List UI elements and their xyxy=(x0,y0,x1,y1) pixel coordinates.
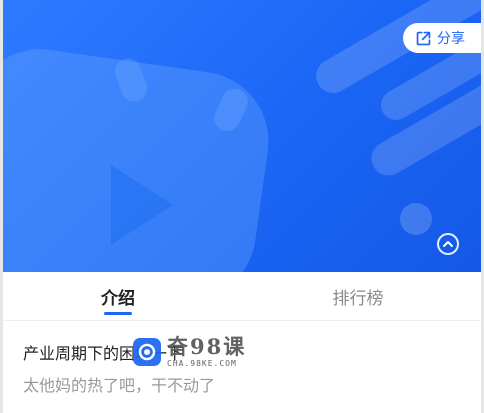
watermark-url: CHA.98KE.COM xyxy=(167,359,237,368)
cover-banner: 分享 xyxy=(3,0,481,272)
app-frame: 分享 介绍 排行榜 产业周期下的困境一下 太他妈的热了吧，干不动了 奋98课 C… xyxy=(0,0,484,413)
play-triangle-icon xyxy=(111,165,173,245)
chevron-up-circle-icon[interactable] xyxy=(437,233,459,255)
watermark-logo-icon xyxy=(133,338,161,366)
share-icon xyxy=(416,31,431,45)
share-label: 分享 xyxy=(437,31,465,47)
share-button[interactable]: 分享 xyxy=(403,23,481,53)
tab-ranking[interactable]: 排行榜 xyxy=(313,272,403,320)
tab-bar: 介绍 排行榜 xyxy=(3,272,481,321)
banner-dot xyxy=(400,203,432,235)
active-tab-indicator xyxy=(104,312,132,315)
content-subtitle: 太他妈的热了吧，干不动了 xyxy=(23,376,216,395)
watermark: 奋98课 CHA.98KE.COM xyxy=(133,328,273,376)
watermark-text: 奋98课 xyxy=(167,334,247,359)
